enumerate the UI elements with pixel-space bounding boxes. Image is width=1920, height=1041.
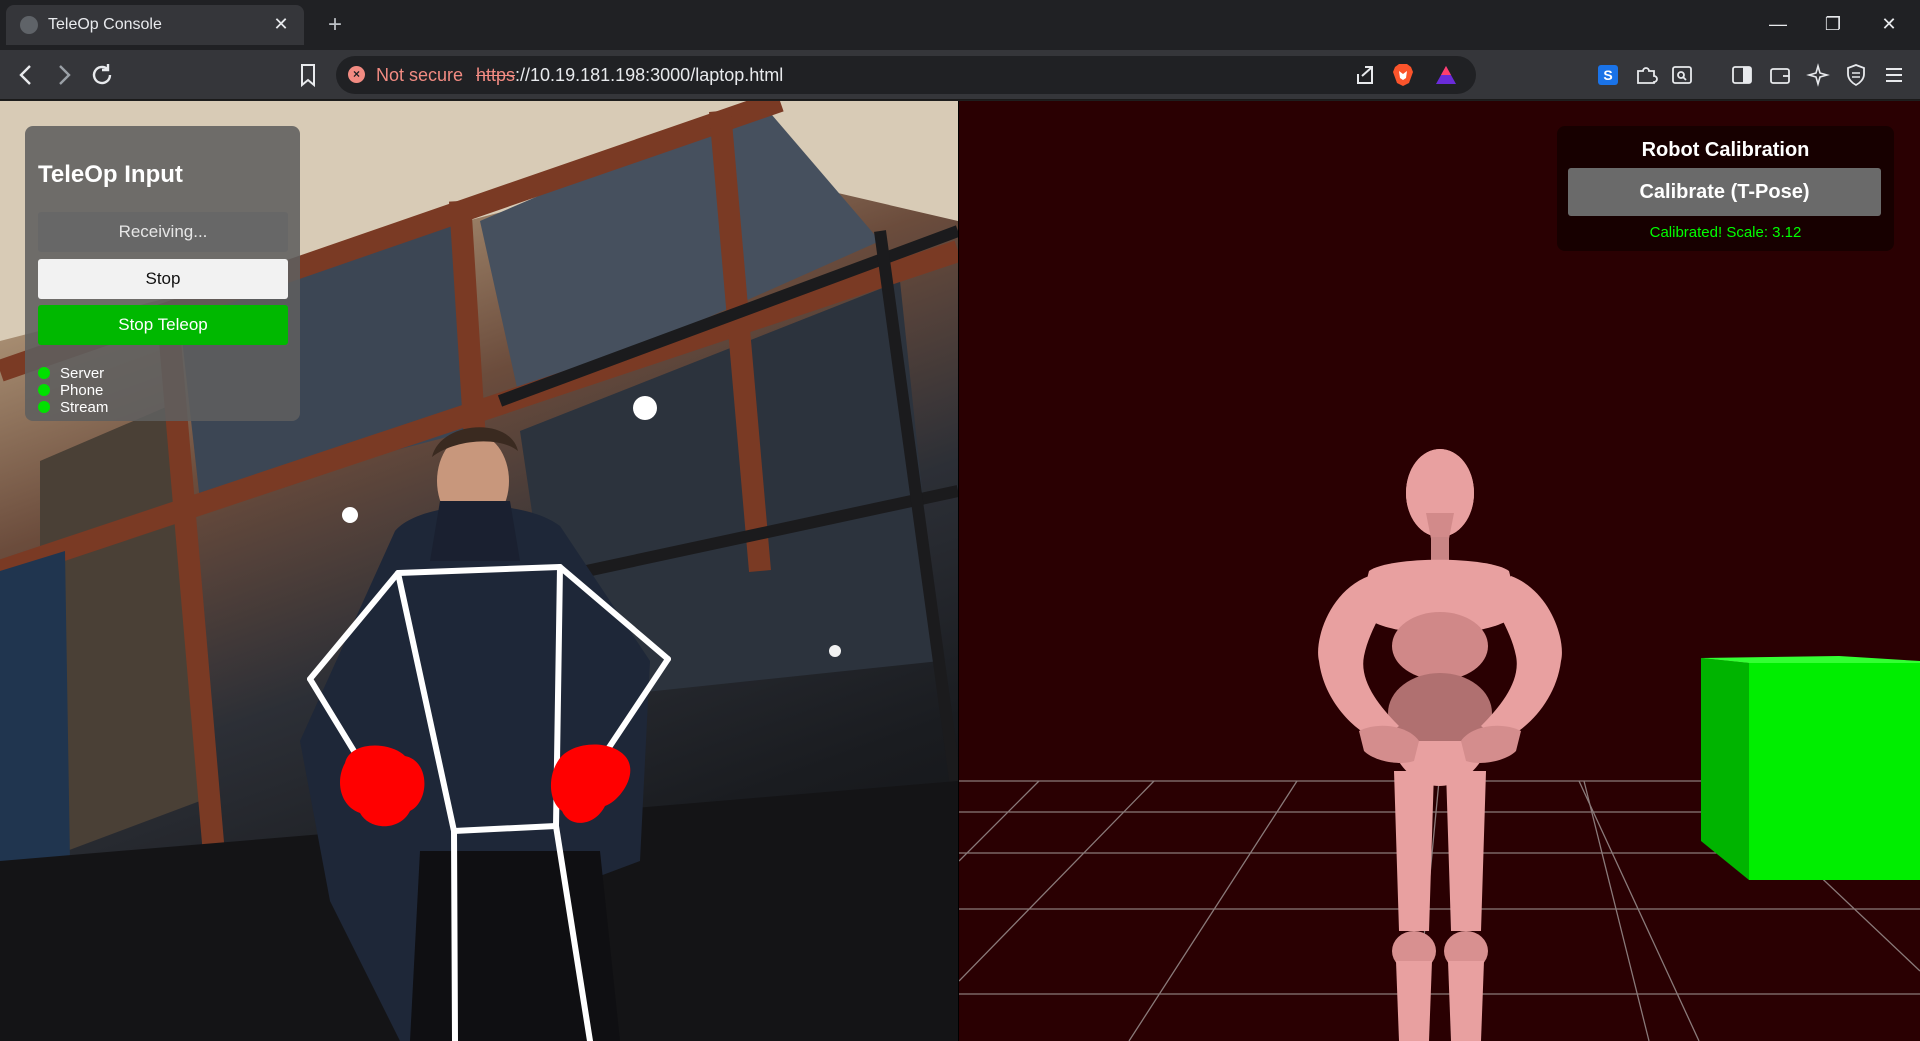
indicator-server: Server — [38, 365, 104, 382]
robot-3d-viewport[interactable]: Robot Calibration Calibrate (T-Pose) Cal… — [959, 101, 1920, 1041]
address-bar[interactable]: × Not secure https://10.19.181.198:3000/… — [336, 56, 1476, 94]
share-icon[interactable] — [1352, 62, 1378, 88]
stop-button[interactable]: Stop — [38, 259, 288, 299]
not-secure-label[interactable]: Not secure — [376, 65, 463, 86]
ceiling-light — [633, 396, 657, 420]
warning-icon: × — [348, 66, 365, 83]
ceiling-light — [829, 645, 841, 657]
back-arrow-icon — [19, 65, 31, 85]
indicator-label: Server — [60, 365, 105, 382]
screenshot-search-icon[interactable] — [1670, 63, 1694, 87]
reload-button[interactable] — [86, 59, 118, 91]
brave-shields-icon[interactable] — [1392, 63, 1414, 87]
tab-strip: TeleOp Console ✕ + — ❐ ✕ — [0, 0, 1920, 50]
banner-stand — [0, 551, 70, 891]
close-tab-icon[interactable]: ✕ — [268, 11, 294, 37]
restore-button[interactable]: ❐ — [1810, 8, 1856, 40]
url-text[interactable]: https://10.19.181.198:3000/laptop.html — [476, 65, 783, 86]
page-content: TeleOp Input Receiving... Stop Stop Tele… — [0, 101, 1920, 1041]
forward-button[interactable] — [48, 59, 80, 91]
indicator-label: Phone — [60, 382, 104, 399]
brave-rewards-icon[interactable] — [1434, 64, 1458, 86]
reload-icon — [92, 64, 112, 85]
bookmark-icon — [301, 64, 315, 88]
forward-arrow-icon — [59, 65, 71, 85]
back-button[interactable] — [10, 59, 42, 91]
vpn-shield-icon[interactable] — [1844, 63, 1868, 87]
ceiling-light — [342, 507, 358, 523]
robot-calibration-panel: Robot Calibration Calibrate (T-Pose) Cal… — [1557, 126, 1894, 251]
indicator-label: Stream — [60, 399, 109, 416]
stop-teleop-button[interactable]: Stop Teleop — [38, 305, 288, 345]
panel-title: TeleOp Input — [38, 161, 183, 188]
tab-title: TeleOp Console — [48, 16, 162, 33]
extensions-puzzle-icon[interactable] — [1634, 63, 1658, 87]
svg-text:S: S — [1603, 67, 1612, 83]
status-dot-icon — [38, 384, 50, 396]
extension-s-icon[interactable]: S — [1596, 63, 1620, 87]
calibration-status: Calibrated! Scale: 3.12 — [1649, 224, 1802, 241]
menu-icon[interactable] — [1882, 63, 1906, 87]
url-host-path: ://10.19.181.198:3000/laptop.html — [515, 65, 784, 85]
calibrate-tpose-button[interactable]: Calibrate (T-Pose) — [1568, 168, 1881, 216]
browser-tab[interactable]: TeleOp Console ✕ — [6, 5, 304, 45]
leo-ai-icon[interactable] — [1806, 63, 1830, 87]
green-cube — [1701, 656, 1920, 880]
robot-humanoid — [1318, 449, 1562, 1041]
globe-icon — [20, 16, 38, 34]
teleop-input-panel: TeleOp Input Receiving... Stop Stop Tele… — [25, 126, 300, 421]
receiving-status-button[interactable]: Receiving... — [38, 212, 288, 252]
status-dot-icon — [38, 401, 50, 413]
camera-feed: TeleOp Input Receiving... Stop Stop Tele… — [0, 101, 958, 1041]
wallet-icon[interactable] — [1768, 63, 1792, 87]
sidebar-icon[interactable] — [1730, 63, 1754, 87]
minimize-button[interactable]: — — [1755, 8, 1801, 40]
close-window-button[interactable]: ✕ — [1866, 8, 1912, 40]
status-dot-icon — [38, 367, 50, 379]
browser-toolbar: × Not secure https://10.19.181.198:3000/… — [0, 50, 1920, 100]
calibration-title: Robot Calibration — [1641, 139, 1810, 161]
new-tab-button[interactable]: + — [320, 10, 350, 40]
url-scheme: https — [476, 65, 516, 85]
bookmark-button[interactable] — [292, 59, 324, 91]
indicator-phone: Phone — [38, 382, 103, 399]
indicator-stream: Stream — [38, 399, 108, 416]
